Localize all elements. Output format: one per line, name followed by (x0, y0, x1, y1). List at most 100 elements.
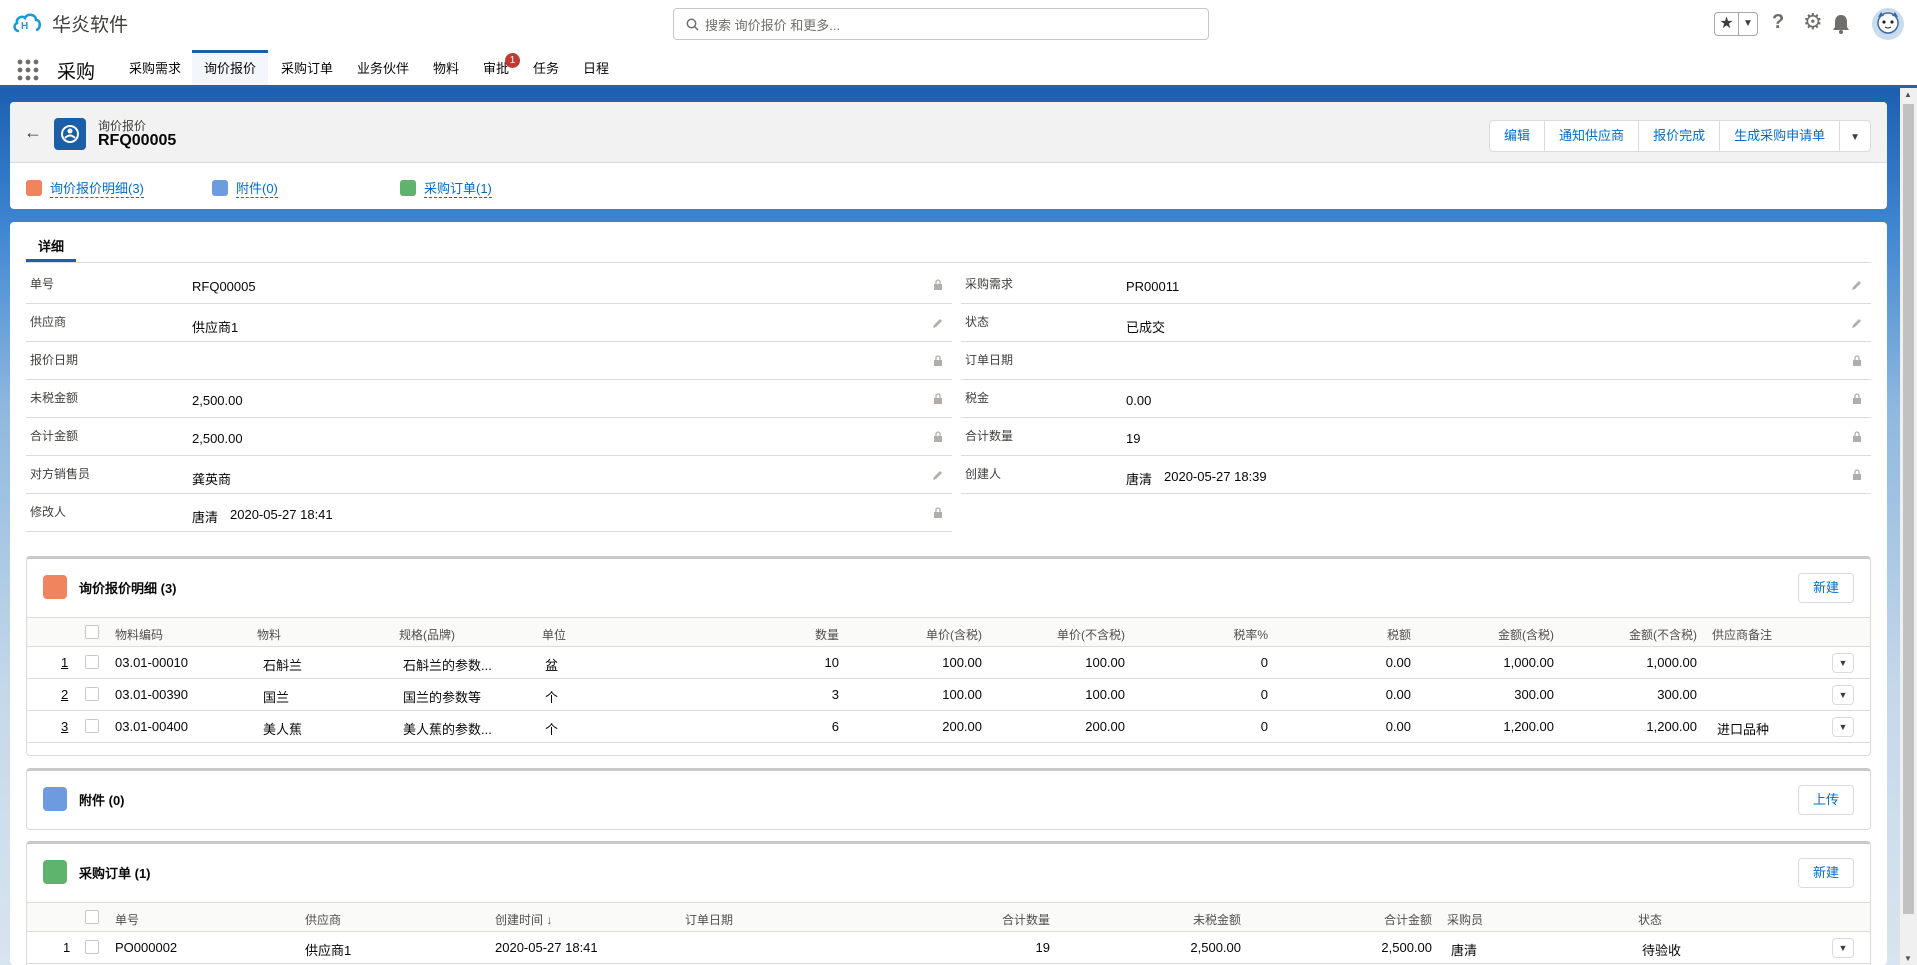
more-actions-button[interactable]: ▼ (1840, 121, 1870, 151)
cell-unit: 个 (545, 690, 559, 705)
generate-purchase-request-button[interactable]: 生成采购申请单 (1720, 121, 1841, 151)
column-header[interactable]: 物料编码 (115, 626, 163, 643)
related-link-purchase-orders[interactable]: 采购订单(1) (400, 178, 492, 198)
table-row: 1 03.01-00010 石斛兰 石斛兰的参数... 盆 10 100.00 … (27, 647, 1870, 679)
scroll-up-arrow-icon[interactable]: ▲ (1904, 90, 1912, 99)
tab-task[interactable]: 任务 (530, 50, 562, 85)
cell-untaxed: 2,500.00 (1190, 940, 1241, 955)
column-header[interactable]: 供应商 (305, 911, 341, 928)
column-header[interactable]: 单号 (115, 911, 139, 928)
logo[interactable]: H 华炎软件 (12, 9, 128, 37)
tab-calendar[interactable]: 日程 (580, 50, 612, 85)
cell-spec: 美人蕉的参数... (403, 722, 492, 737)
column-header[interactable]: 税额 (1387, 626, 1411, 643)
item-link[interactable]: 美人蕉 (263, 719, 302, 738)
cell-amount: 1,000.00 (1646, 655, 1697, 670)
scroll-down-arrow-icon[interactable]: ▼ (1904, 954, 1912, 963)
pencil-icon[interactable] (932, 317, 944, 329)
purchase-requirement-link[interactable]: PR00011 (1126, 279, 1179, 294)
buyer-link[interactable]: 唐清 (1451, 940, 1477, 959)
supplier-link[interactable]: 供应商1 (305, 940, 351, 959)
select-all-checkbox[interactable] (85, 910, 99, 924)
avatar[interactable] (1872, 8, 1904, 40)
pencil-icon[interactable] (932, 469, 944, 481)
new-rfq-line-button[interactable]: 新建 (1797, 573, 1854, 603)
upload-button[interactable]: 上传 (1797, 785, 1854, 815)
column-header[interactable]: 采购员 (1447, 911, 1483, 928)
row-actions-button[interactable]: ▼ (1832, 653, 1854, 673)
sales-rep-link[interactable]: 龚英商 (192, 469, 231, 488)
supplier-link[interactable]: 供应商1 (192, 317, 238, 336)
item-link[interactable]: 石斛兰 (263, 655, 302, 674)
column-header[interactable]: 合计数量 (1002, 911, 1050, 928)
list-title[interactable]: 附件 (0) (79, 790, 125, 809)
vertical-scrollbar[interactable]: ▲ ▼ (1900, 88, 1917, 965)
select-all-checkbox[interactable] (85, 625, 99, 639)
tab-purchase-order[interactable]: 采购订单 (272, 50, 342, 85)
list-title[interactable]: 采购订单 (1) (79, 863, 151, 882)
cell-created: 2020-05-27 18:41 (495, 940, 598, 955)
column-header[interactable]: 金额(不含税) (1629, 626, 1697, 643)
row-actions-button[interactable]: ▼ (1832, 685, 1854, 705)
row-checkbox[interactable] (85, 940, 99, 954)
row-number-link[interactable]: 3 (61, 719, 68, 734)
app-name: 采购 (57, 62, 96, 83)
back-arrow-icon[interactable]: ← (24, 122, 42, 143)
chevron-down-icon: ▼ (1838, 943, 1848, 953)
modified-by-link[interactable]: 唐清 (192, 507, 218, 526)
related-link-attachments[interactable]: 附件(0) (212, 178, 278, 198)
column-header[interactable]: 规格(品牌) (399, 626, 455, 643)
column-header[interactable]: 单位 (542, 626, 566, 643)
cell-price: 100.00 (1085, 655, 1125, 670)
tab-purchase-requirement[interactable]: 采购需求 (120, 50, 190, 85)
app-launcher-icon[interactable] (16, 58, 40, 82)
list-title[interactable]: 询价报价明细 (3) (79, 578, 177, 597)
tab-rfq[interactable]: 询价报价 (192, 50, 268, 85)
bell-icon[interactable] (1832, 14, 1850, 34)
pencil-icon[interactable] (1851, 279, 1863, 291)
created-by-link[interactable]: 唐清 (1126, 469, 1152, 488)
column-header[interactable]: 订单日期 (685, 911, 733, 928)
column-header[interactable]: 单价(不含税) (1057, 626, 1125, 643)
notify-supplier-button[interactable]: 通知供应商 (1545, 121, 1640, 151)
column-header[interactable]: 状态 (1638, 911, 1662, 928)
column-header[interactable]: 未税金额 (1193, 911, 1241, 928)
row-checkbox[interactable] (85, 687, 99, 701)
row-actions-button[interactable]: ▼ (1832, 717, 1854, 737)
tab-material[interactable]: 物料 (426, 50, 466, 85)
scrollbar-thumb[interactable] (1903, 104, 1914, 914)
cell-unit: 个 (545, 722, 559, 737)
column-header[interactable]: 合计金额 (1384, 911, 1432, 928)
column-header[interactable]: 数量 (815, 626, 839, 643)
row-number-link[interactable]: 1 (61, 655, 68, 670)
new-purchase-order-button[interactable]: 新建 (1797, 858, 1854, 888)
tab-approval[interactable]: 审批 1 (480, 50, 520, 85)
row-actions-button[interactable]: ▼ (1832, 938, 1854, 958)
edit-button[interactable]: 编辑 (1490, 121, 1546, 151)
cell-rate: 0 (1260, 719, 1268, 734)
column-header[interactable]: 供应商备注 (1712, 626, 1772, 643)
tab-detail[interactable]: 详细 (26, 232, 77, 262)
column-header[interactable]: 物料 (257, 626, 281, 643)
cell-price-tax: 200.00 (942, 719, 982, 734)
related-link-rfq-lines[interactable]: 询价报价明细(3) (26, 178, 144, 198)
item-link[interactable]: 国兰 (263, 687, 289, 706)
global-search-input[interactable]: 搜索 询价报价 和更多... (673, 8, 1209, 40)
document-icon (43, 860, 67, 884)
quote-complete-button[interactable]: 报价完成 (1639, 121, 1721, 151)
po-number-link[interactable]: PO000002 (115, 940, 177, 955)
pencil-icon[interactable] (1851, 317, 1863, 329)
document-icon (400, 180, 416, 196)
gear-icon[interactable]: ⚙ (1803, 9, 1823, 35)
column-header[interactable]: 单价(含税) (926, 626, 982, 643)
tab-business-partner[interactable]: 业务伙伴 (348, 50, 418, 85)
row-checkbox[interactable] (85, 719, 99, 733)
favorites-button[interactable]: ★ ▼ (1714, 12, 1758, 36)
column-header-sorted[interactable]: 创建时间 ↓ (495, 911, 552, 928)
field-created-by: 创建人 唐清 2020-05-27 18:39 (961, 457, 1871, 494)
column-header[interactable]: 金额(含税) (1498, 626, 1554, 643)
row-number-link[interactable]: 2 (61, 687, 68, 702)
column-header[interactable]: 税率% (1233, 626, 1268, 643)
row-checkbox[interactable] (85, 655, 99, 669)
help-icon[interactable]: ? (1772, 11, 1784, 34)
